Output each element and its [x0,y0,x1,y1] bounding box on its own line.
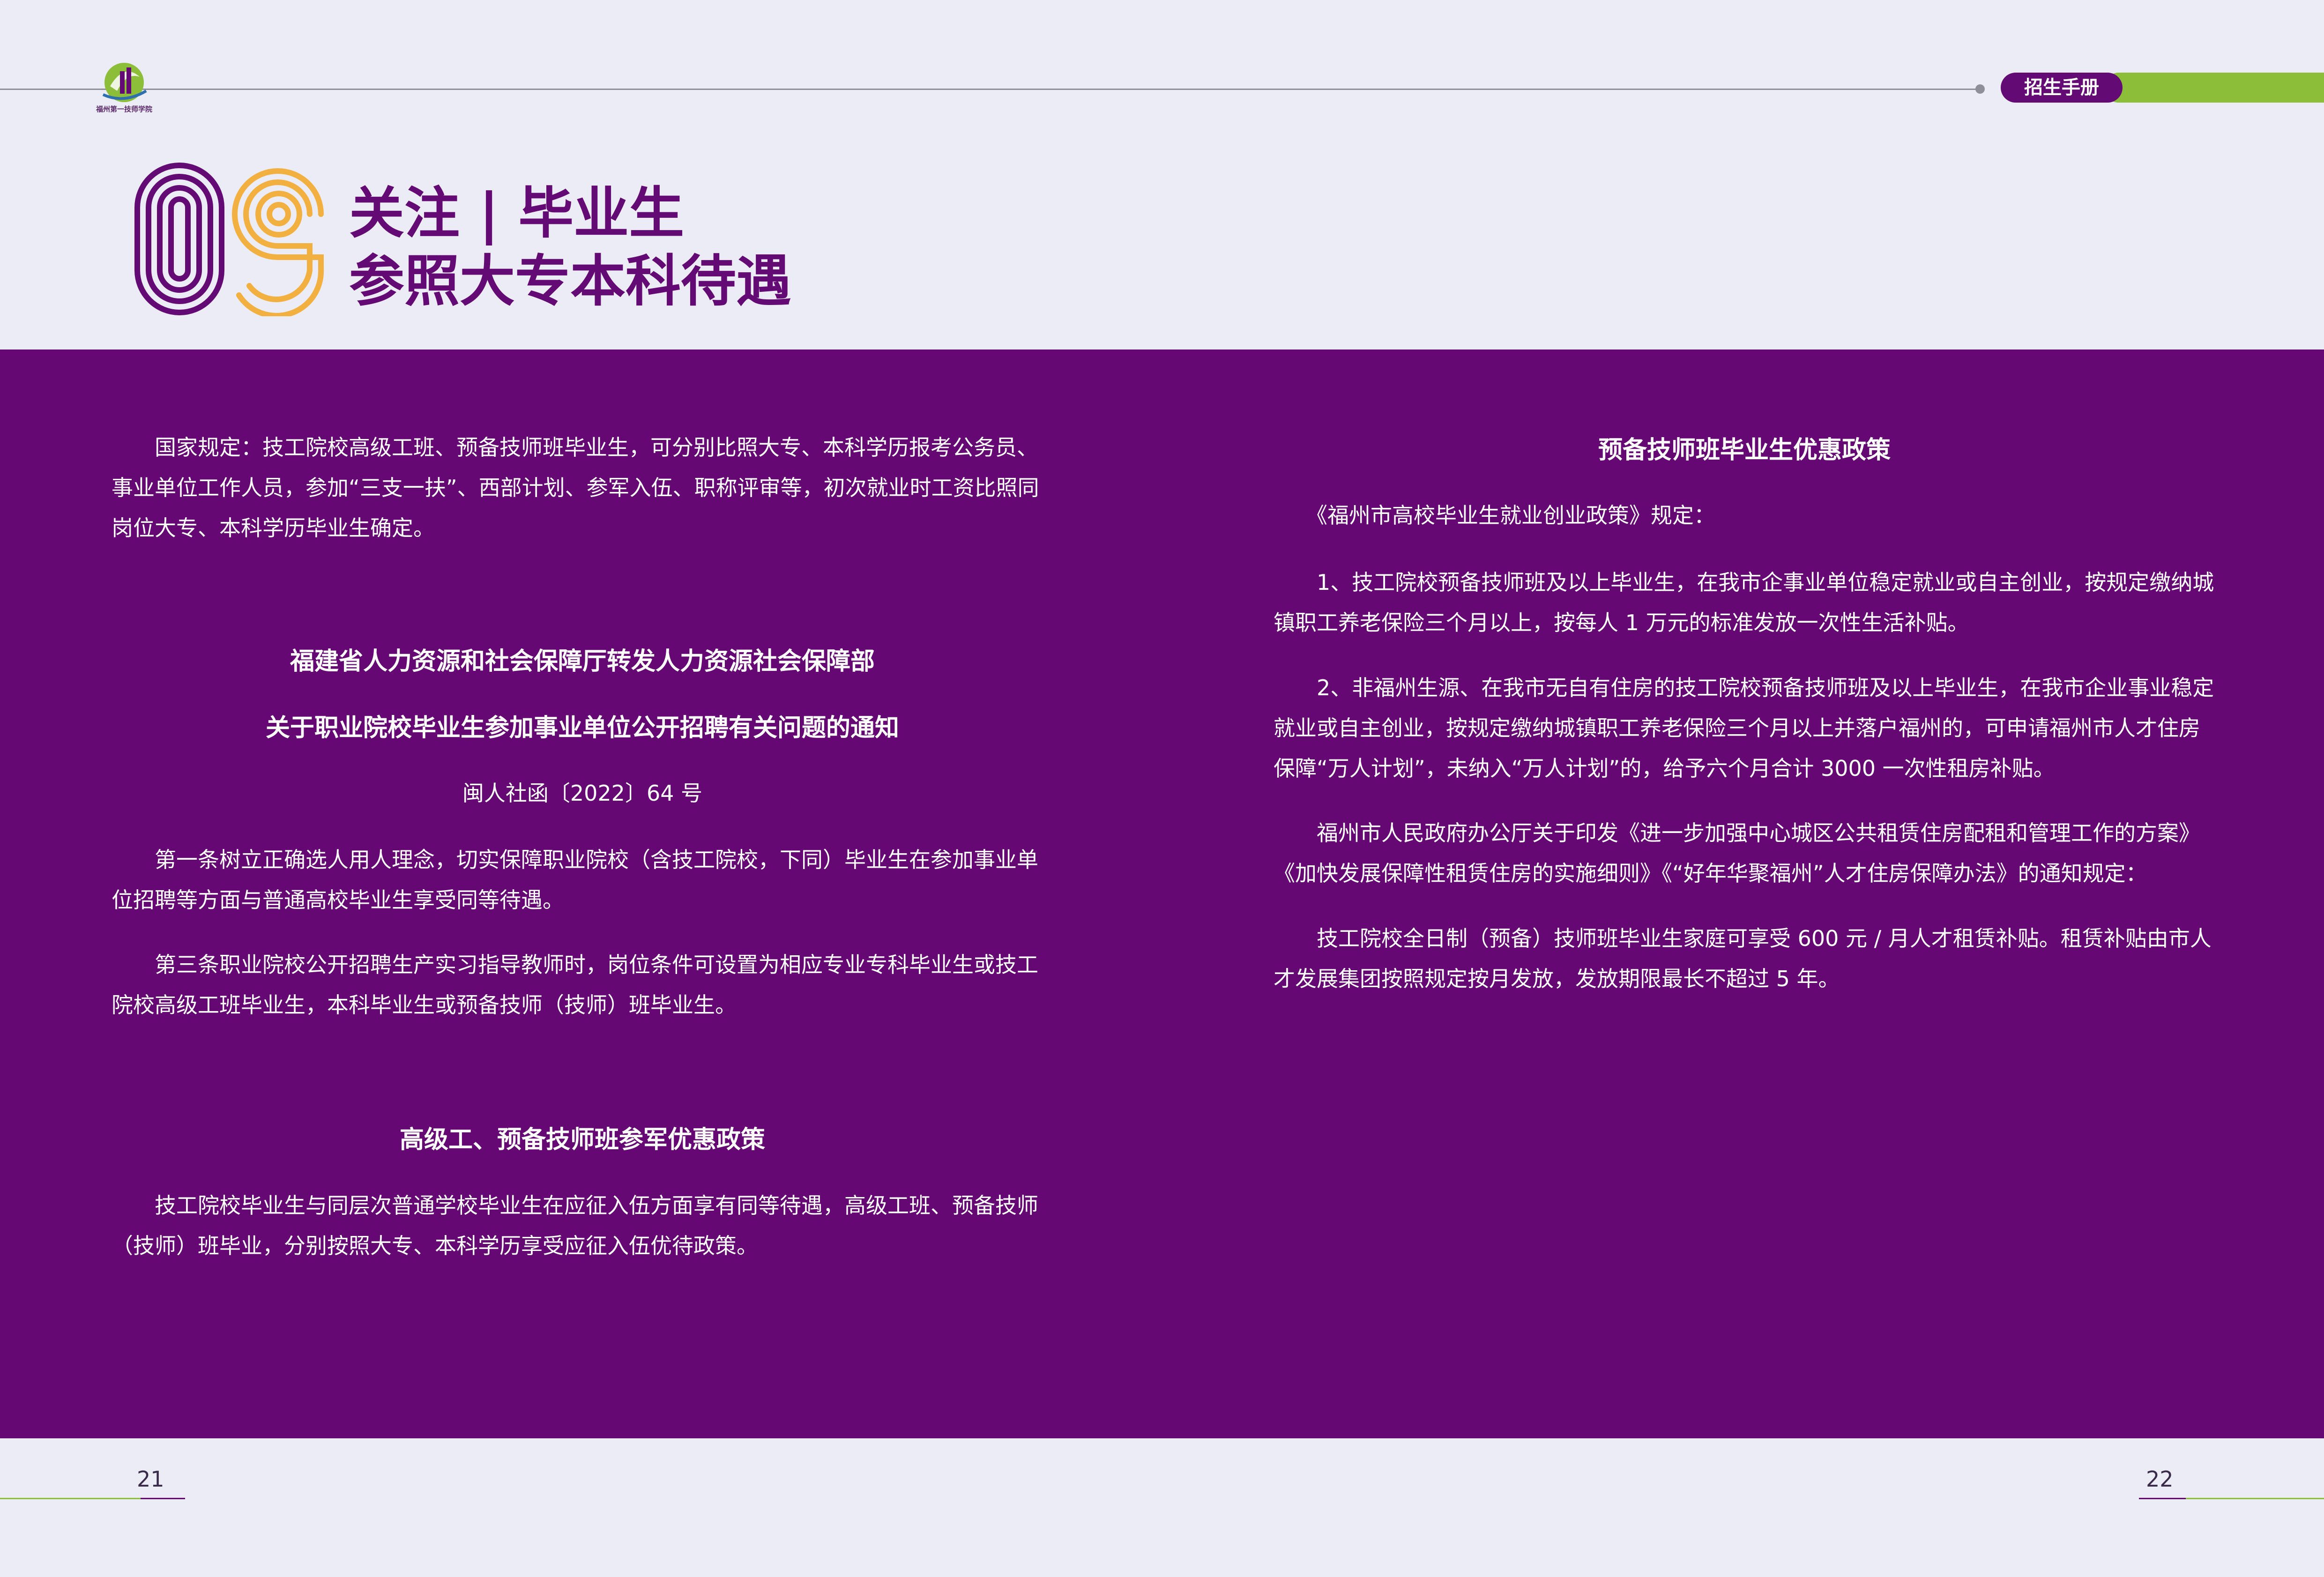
rental-subsidy-paragraph: 技工院校全日制（预备）技师班毕业生家庭可享受 600 元 / 月人才租赁补贴。租… [1274,926,2212,991]
intro-paragraph: 国家规定：技工院校高级工班、预备技师班毕业生，可分别比照大专、本科学历报考公务员… [112,435,1039,541]
document-number: 闽人社函〔2022〕64 号 [462,781,703,806]
army-policy-paragraph: 技工院校毕业生与同层次普通学校毕业生在应征入伍方面享有同等待遇，高级工班、预备技… [112,1193,1038,1258]
technician-policy-title: 预备技师班毕业生优惠政策 [1598,436,1891,464]
notice-title-line1: 福建省人力资源和社会保障厅转发人力资源社会保障部 [290,647,875,676]
policy-lead: 《福州市高校毕业生就业创业政策》规定： [1274,503,1715,528]
article-1-paragraph: 第一条树立正确选人用人理念，切实保障职业院校（含技工院校，下同）毕业生在参加事业… [112,847,1038,913]
army-policy-title: 高级工、预备技师班参军优惠政策 [399,1126,765,1154]
logo-caption: 福州第一技师学院 [96,105,152,113]
housing-notice-paragraph: 福州市人民政府办公厅关于印发《进一步加强中心城区公共租赁住房配租和管理工作的方案… [1274,820,2200,886]
section-number-09 [134,163,324,316]
footer-rule-right [2186,1498,2324,1499]
article-3-paragraph: 第三条职业院校公开招聘生产实习指导教师时，岗位条件可设置为相应专业专科毕业生或技… [112,952,1038,1018]
header-rule-dot [1975,84,1985,94]
page-number-underline-right [2139,1498,2186,1499]
page-number-underline-left [141,1498,185,1499]
section-title-line2: 参照大专本科待遇 [349,249,792,313]
policy-item-2: 2、非福州生源、在我市无自有住房的技工院校预备技师班及以上毕业生，在我市企业事业… [1274,675,2214,781]
header-tag-accent [2104,73,2324,103]
notice-title-line2: 关于职业院校毕业生参加事业单位公开招聘有关问题的通知 [265,714,899,742]
page-number-right: 22 [2146,1466,2174,1492]
header-tag-label: 招生手册 [2024,77,2099,98]
policy-item-1: 1、技工院校预备技师班及以上毕业生，在我市企事业单位稳定就业或自主创业，按规定缴… [1274,570,2214,635]
section-title-line1: 关注 | 毕业生 [349,181,685,245]
page-number-left: 21 [137,1466,164,1492]
header-rule [0,89,1980,90]
footer-rule-left [0,1498,141,1499]
